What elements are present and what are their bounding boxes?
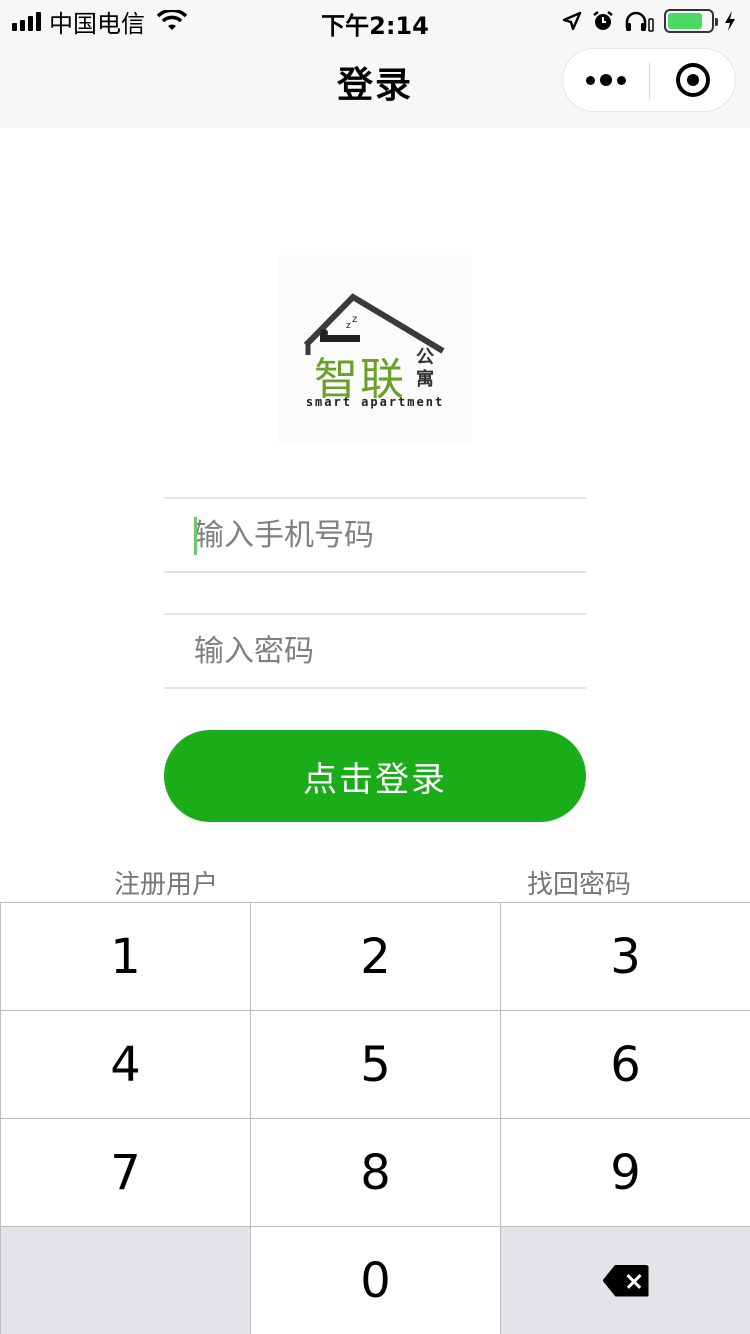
- register-link[interactable]: 注册用户: [114, 864, 218, 901]
- backspace-icon: [602, 1264, 649, 1297]
- close-button[interactable]: [650, 49, 736, 111]
- nav-bar: 登录: [0, 42, 750, 128]
- key-1[interactable]: 1: [0, 902, 250, 1010]
- alarm-icon: [593, 11, 613, 30]
- key-5[interactable]: 5: [250, 1010, 500, 1118]
- svg-text:z: z: [346, 321, 351, 331]
- status-bar: 中国电信 下午2:14: [0, 0, 750, 42]
- svg-text:z: z: [352, 314, 357, 325]
- key-9[interactable]: 9: [500, 1118, 750, 1226]
- app-logo: z z 智联 公寓 smart apartment: [278, 255, 472, 445]
- battery-icon: [664, 9, 718, 33]
- text-caret: [194, 517, 197, 555]
- target-icon: [676, 63, 710, 97]
- logo-cn-side: 公寓: [416, 347, 434, 390]
- phone-input[interactable]: [194, 499, 574, 571]
- password-input[interactable]: [194, 615, 574, 687]
- location-icon: [562, 11, 582, 31]
- delete-key[interactable]: [500, 1226, 750, 1334]
- house-icon: z z: [303, 293, 445, 355]
- recover-password-link[interactable]: 找回密码: [527, 864, 631, 901]
- headphones-icon: [625, 11, 654, 32]
- key-3[interactable]: 3: [500, 902, 750, 1010]
- login-button[interactable]: 点击登录: [164, 730, 586, 822]
- logo-en: smart apartment: [305, 395, 445, 409]
- key-0[interactable]: 0: [250, 1226, 500, 1334]
- more-button[interactable]: [563, 49, 649, 111]
- password-field: [164, 613, 586, 689]
- status-right: [562, 6, 736, 36]
- more-icon: [586, 75, 595, 85]
- key-7[interactable]: 7: [0, 1118, 250, 1226]
- key-8[interactable]: 8: [250, 1118, 500, 1226]
- mini-program-capsule: [562, 48, 736, 112]
- key-2[interactable]: 2: [250, 902, 500, 1010]
- key-blank: [0, 1226, 250, 1334]
- key-6[interactable]: 6: [500, 1010, 750, 1118]
- numeric-keypad: 1 2 3 4 5 6 7 8 9 0: [0, 902, 750, 1334]
- charging-icon: [725, 11, 735, 31]
- phone-field: [164, 497, 586, 573]
- key-4[interactable]: 4: [0, 1010, 250, 1118]
